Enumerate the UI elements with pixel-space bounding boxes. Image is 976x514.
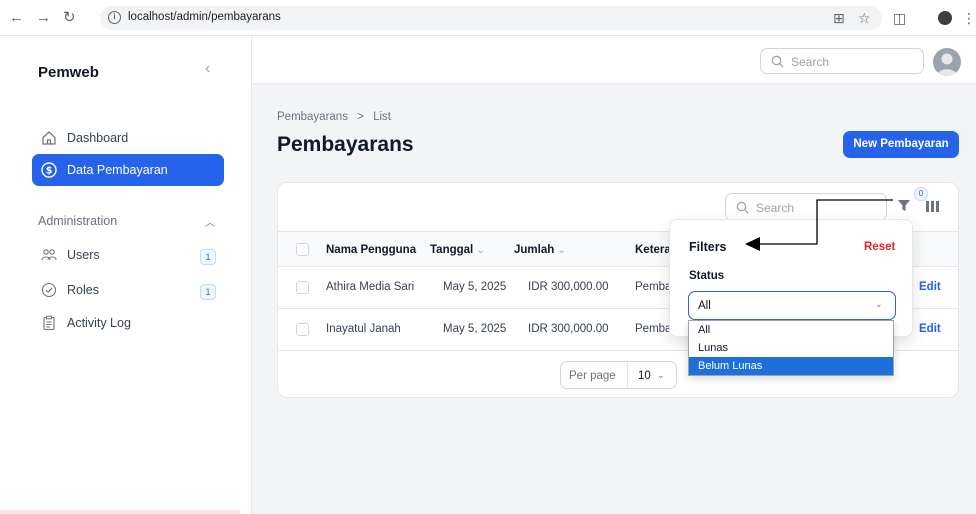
new-pembayaran-button[interactable]: New Pembayaran (843, 131, 959, 158)
home-icon (42, 131, 56, 145)
status-selected-value: All (698, 300, 711, 312)
row-checkbox[interactable] (296, 323, 309, 336)
sidebar: Pemweb ‹ Dashboard $ Data Pembayaran Adm… (0, 36, 252, 514)
cell-keterangan: Pemba (635, 281, 672, 293)
breadcrumb-current: List (373, 111, 391, 123)
svg-text:$: $ (46, 166, 53, 177)
select-all-checkbox[interactable] (296, 243, 309, 256)
search-icon (736, 201, 749, 214)
sidebar-group-administration[interactable]: Administration (38, 214, 117, 228)
status-dropdown-list: All Lunas Belum Lunas (688, 320, 894, 376)
users-icon (41, 249, 57, 261)
status-option-lunas[interactable]: Lunas (689, 339, 893, 357)
search-placeholder: Search (756, 201, 795, 215)
search-icon (771, 55, 784, 68)
chevron-down-icon: ⌄ (476, 245, 485, 256)
per-page-select[interactable]: Per page 10 ⌄ (560, 361, 677, 389)
kebab-menu-icon[interactable]: ⋮ (962, 9, 976, 27)
site-info-icon[interactable]: i (108, 11, 121, 24)
table-search-input[interactable]: Search (725, 193, 887, 221)
count-badge: 1 (200, 284, 216, 300)
cell-keterangan: Pemba (635, 323, 672, 335)
sidebar-item-users[interactable]: Users 1 (32, 239, 224, 271)
clipboard-icon (43, 315, 55, 331)
edit-link[interactable]: Edit (919, 281, 941, 293)
cell-jumlah: IDR 300,000.00 (528, 323, 609, 335)
global-search-input[interactable]: Search (760, 48, 924, 74)
status-option-belum-lunas[interactable]: Belum Lunas (689, 357, 893, 375)
sidebar-item-label: Activity Log (67, 316, 131, 330)
breadcrumb-separator: > (357, 111, 364, 123)
arrow-left-icon[interactable]: ← (9, 9, 24, 27)
column-header-jumlah[interactable]: Jumlah ⌄ (514, 244, 566, 256)
sidebar-item-activity-log[interactable]: Activity Log (32, 307, 224, 339)
sidebar-item-roles[interactable]: Roles 1 (32, 274, 224, 306)
cell-nama: Inayatul Janah (326, 323, 401, 335)
per-page-label: Per page (569, 370, 616, 382)
cell-jumlah: IDR 300,000.00 (528, 281, 609, 293)
columns-icon[interactable] (926, 201, 939, 212)
divider (627, 362, 628, 388)
status-select[interactable]: All ⌄ (688, 291, 896, 320)
column-header-keterangan[interactable]: Ketera (635, 244, 671, 256)
sidebar-item-label: Users (67, 248, 100, 262)
row-checkbox[interactable] (296, 281, 309, 294)
avatar[interactable] (933, 48, 961, 76)
translate-icon[interactable]: ⊞ (833, 9, 845, 27)
shield-check-icon (41, 282, 57, 298)
column-header-tanggal[interactable]: Tanggal ⌄ (430, 244, 485, 256)
address-bar[interactable]: i localhost/admin/pembayarans (100, 6, 882, 30)
cell-nama: Athira Media Sari (326, 281, 415, 293)
reset-filters-button[interactable]: Reset (864, 241, 895, 253)
status-option-all[interactable]: All (689, 321, 893, 339)
browser-profile-icon[interactable] (938, 11, 952, 25)
topbar: Search (252, 36, 976, 84)
filter-count-badge: 0 (914, 187, 928, 201)
arrow-right-icon[interactable]: → (36, 9, 51, 27)
page-title: Pembayarans (277, 133, 414, 156)
browser-toolbar: ← → ↻ i localhost/admin/pembayarans ⊞ ☆ … (0, 0, 976, 36)
chevron-down-icon: ⌄ (875, 299, 883, 309)
brand-name[interactable]: Pemweb (38, 64, 99, 81)
per-page-value: 10 (638, 370, 651, 382)
url-text[interactable]: localhost/admin/pembayarans (128, 11, 281, 23)
edit-link[interactable]: Edit (919, 323, 941, 335)
sidebar-item-dashboard[interactable]: Dashboard (32, 122, 224, 154)
breadcrumb-root[interactable]: Pembayarans (277, 111, 348, 123)
breadcrumb: Pembayarans > List (277, 111, 391, 123)
extensions-icon[interactable]: ◫ (893, 9, 906, 27)
cell-tanggal: May 5, 2025 (443, 323, 507, 335)
reload-icon[interactable]: ↻ (63, 9, 76, 27)
sidebar-item-data-pembayaran[interactable]: $ Data Pembayaran (32, 154, 224, 186)
star-icon[interactable]: ☆ (858, 9, 871, 27)
cell-tanggal: May 5, 2025 (443, 281, 507, 293)
status-label: Status (689, 270, 725, 282)
chevron-up-icon[interactable]: ︿ (205, 214, 215, 229)
sidebar-item-label: Dashboard (67, 131, 129, 145)
count-badge: 1 (200, 249, 216, 265)
search-placeholder: Search (791, 55, 830, 69)
chevron-down-icon: ⌄ (557, 245, 566, 256)
decorative-strip (0, 510, 240, 514)
user-avatar-icon (937, 53, 957, 76)
sidebar-item-label: Data Pembayaran (67, 163, 168, 177)
filter-icon[interactable] (898, 200, 910, 211)
column-header-nama[interactable]: Nama Pengguna (326, 244, 416, 256)
sidebar-item-label: Roles (67, 283, 99, 297)
filters-title: Filters (689, 240, 727, 254)
chevron-left-icon[interactable]: ‹ (205, 60, 210, 78)
dollar-circle-icon: $ (41, 162, 57, 178)
chevron-down-icon: ⌄ (657, 370, 665, 380)
